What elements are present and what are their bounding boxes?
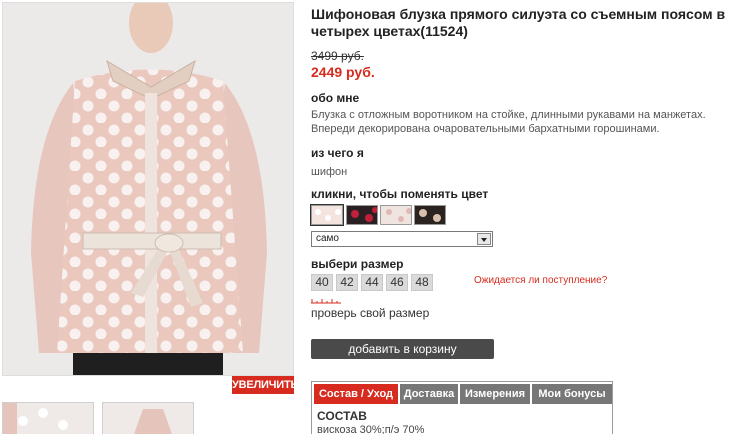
size-option[interactable]: 40 <box>311 274 333 291</box>
color-swatch[interactable] <box>310 204 344 226</box>
color-select[interactable]: само <box>311 231 493 247</box>
tab-bonuses[interactable]: Мои бонусы <box>532 384 612 404</box>
composition-heading: СОСТАВ <box>317 409 367 423</box>
color-swatch[interactable] <box>414 205 446 225</box>
add-to-cart-button[interactable]: добавить в корзину <box>311 339 494 359</box>
tab-measurements[interactable]: Измерения <box>460 384 530 404</box>
info-tabs: Состав / Уход Доставка Измерения Мои бон… <box>311 381 613 434</box>
old-price: 3499 руб. <box>311 49 364 63</box>
color-swatch[interactable] <box>346 205 378 225</box>
material-text: шифон <box>311 166 348 178</box>
sale-price: 2449 руб. <box>311 64 375 80</box>
restock-inquiry-link[interactable]: Ожидается ли поступление? <box>474 275 607 286</box>
tab-composition-care[interactable]: Состав / Уход <box>314 384 398 404</box>
zoom-button[interactable]: УВЕЛИЧИТЬ <box>232 376 298 394</box>
color-select-value: само <box>316 233 339 244</box>
color-swatch[interactable] <box>380 205 412 225</box>
product-main-image[interactable] <box>2 2 294 376</box>
size-option[interactable]: 44 <box>361 274 383 291</box>
size-option[interactable]: 46 <box>386 274 408 291</box>
about-heading: обо мне <box>311 91 360 105</box>
composition-text: вискоза 30%;п/э 70% <box>317 424 425 434</box>
material-heading: из чего я <box>311 146 364 160</box>
tab-delivery[interactable]: Доставка <box>400 384 458 404</box>
gallery-thumbnail[interactable] <box>102 402 194 434</box>
color-heading: кликни, чтобы поменять цвет <box>311 187 489 201</box>
chevron-down-icon[interactable] <box>477 233 491 245</box>
size-option[interactable]: 42 <box>336 274 358 291</box>
about-text: Блузка с отложным воротником на стойке, … <box>311 109 706 135</box>
gallery-thumbnail[interactable] <box>2 402 94 434</box>
size-check-link[interactable]: проверь свой размер <box>311 306 429 320</box>
product-title: Шифоновая блузка прямого силуэта со съем… <box>311 6 726 39</box>
size-option[interactable]: 48 <box>411 274 433 291</box>
ruler-icon <box>311 299 341 304</box>
size-heading: выбери размер <box>311 257 404 271</box>
